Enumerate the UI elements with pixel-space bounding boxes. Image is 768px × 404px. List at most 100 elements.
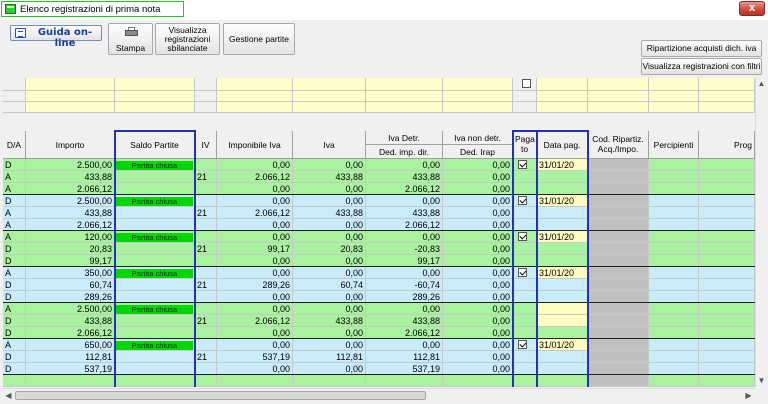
header-imponibile[interactable]: Imponibile Iva [217,131,293,159]
filter-cell[interactable] [293,78,366,91]
cell-pagato[interactable] [513,171,537,183]
header-data_pag[interactable]: Data pag. [537,131,588,159]
filter-cell[interactable] [3,102,26,113]
cell-pagato[interactable] [513,195,537,207]
horizontal-scroll-thumb[interactable] [15,391,426,400]
pagato-checkbox[interactable] [518,268,527,277]
header-importo[interactable]: Importo [26,131,115,159]
header-perc[interactable]: Percipienti [649,131,699,159]
filter-cell[interactable] [195,78,217,91]
cell-pagato[interactable] [513,159,537,171]
table-row[interactable]: A 650,00 Partita chiusa 0,00 0,00 0,00 0,00 31/… [3,339,755,351]
filter-cell[interactable] [217,91,293,102]
cell-iva_detr: 0,00 [366,195,443,207]
filter-cell[interactable] [115,102,195,113]
filter-cell[interactable] [699,78,755,91]
filter-cell[interactable] [366,91,443,102]
filter-cell[interactable] [537,78,588,91]
header-pagato[interactable]: Paga to [513,131,537,159]
cell-pagato[interactable] [513,303,537,315]
guida-online-button[interactable]: Guida on-line [10,25,102,49]
table-row[interactable]: A 433,88 21 2.066,12 433,88 433,88 0,00 [3,207,755,219]
header-iva[interactable]: Iva [293,131,366,159]
header-iva_non_detr[interactable]: Iva non detr. Ded. Irap [443,131,513,159]
filter-cell[interactable] [195,91,217,102]
cell-pagato[interactable] [513,207,537,219]
filter-cell[interactable] [115,91,195,102]
filter-cell[interactable] [513,91,537,102]
filter-cell[interactable] [195,102,217,113]
scroll-up-icon[interactable]: ▲ [756,78,767,89]
header-iva_detr-top: Iva Detr. [366,131,442,145]
close-button[interactable]: x [739,1,765,16]
scroll-down-icon[interactable]: ▼ [756,375,767,386]
cell-pagato[interactable] [513,267,537,279]
filter-cell[interactable] [588,78,649,91]
filter-cell[interactable] [699,102,755,113]
table-row[interactable]: A 433,88 21 2.066,12 433,88 433,88 0,00 [3,171,755,183]
filter-cell[interactable] [649,91,699,102]
scroll-left-icon[interactable]: ◀ [3,390,14,401]
table-row[interactable]: A 350,00 Partita chiusa 0,00 0,00 0,00 0,00 31/… [3,267,755,279]
cell-pagato[interactable] [513,231,537,243]
cell-cod [588,243,649,255]
filter-cell[interactable] [699,91,755,102]
scroll-right-icon[interactable]: ▶ [743,390,754,401]
filter-cell[interactable] [366,78,443,91]
pagato-checkbox[interactable] [518,232,527,241]
cell-pagato[interactable] [513,339,537,351]
filter-cell[interactable] [26,91,115,102]
cell-pagato[interactable] [513,315,537,327]
filter-cell[interactable] [3,78,26,91]
filter-cell[interactable] [443,78,513,91]
horizontal-scrollbar[interactable]: ◀ ▶ [3,388,755,401]
table-row[interactable]: A 120,00 Partita chiusa 0,00 0,00 0,00 0,00 31/… [3,231,755,243]
filter-cell[interactable] [366,102,443,113]
table-row[interactable]: D 2.500,00 Partita chiusa 0,00 0,00 0,00 0,00 3… [3,195,755,207]
filter-cell[interactable] [293,102,366,113]
filter-cell[interactable] [293,91,366,102]
pagato-filter-checkbox[interactable] [522,79,531,88]
pagato-checkbox[interactable] [518,160,527,169]
cell-pagato[interactable] [513,351,537,363]
filter-cell[interactable] [217,78,293,91]
filter-cell[interactable] [26,78,115,91]
header-saldo[interactable]: Saldo Partite [115,131,195,159]
filter-cell[interactable] [588,91,649,102]
vertical-scrollbar[interactable]: ▲ ▼ [755,78,767,387]
visualizza-filtri-button[interactable]: Visualizza registrazioni con filtri [641,58,762,75]
filter-cell[interactable] [588,102,649,113]
pagato-checkbox[interactable] [518,196,527,205]
filter-cell[interactable] [443,102,513,113]
filter-cell[interactable] [649,78,699,91]
header-iv[interactable]: IV [195,131,217,159]
table-row[interactable]: D 433,88 21 2.066,12 433,88 433,88 0,00 [3,315,755,327]
cell-pagato[interactable] [513,243,537,255]
stampa-button[interactable]: Stampa [108,23,153,55]
visualizza-sbilanciate-button[interactable]: Visualizza registrazioni sbilanciate [155,23,220,55]
filter-cell[interactable] [115,78,195,91]
table-row[interactable]: A 2.500,00 Partita chiusa 0,00 0,00 0,00 0,00 [3,303,755,315]
filter-cell[interactable] [513,102,537,113]
filter-cell[interactable] [217,102,293,113]
cell-da: D [3,159,26,171]
table-row[interactable]: D 20,83 21 99,17 20,83 -20,83 0,00 [3,243,755,255]
filter-cell[interactable] [537,102,588,113]
table-row[interactable]: D 2.500,00 Partita chiusa 0,00 0,00 0,00 0,00 3… [3,159,755,171]
cell-pagato[interactable] [513,279,537,291]
filter-cell[interactable] [3,91,26,102]
filter-cell[interactable] [513,78,537,91]
gestione-partite-button[interactable]: Gestione partite [223,23,295,55]
filter-cell[interactable] [537,91,588,102]
filter-cell[interactable] [649,102,699,113]
table-row[interactable]: D 112,81 21 537,19 112,81 112,81 0,00 [3,351,755,363]
ripartizione-acquisti-button[interactable]: Ripartizione acquisti dich. iva [641,40,762,57]
filter-cell[interactable] [26,102,115,113]
header-iva_detr[interactable]: Iva Detr. Ded. imp. dir. [366,131,443,159]
pagato-checkbox[interactable] [518,340,527,349]
header-cod[interactable]: Cod. Ripartiz. Acq./Impo. [588,131,649,159]
header-prog[interactable]: Prog [699,131,755,159]
header-da[interactable]: D/A [3,131,26,159]
filter-cell[interactable] [443,91,513,102]
table-row[interactable]: D 60,74 21 289,26 60,74 -60,74 0,00 [3,279,755,291]
